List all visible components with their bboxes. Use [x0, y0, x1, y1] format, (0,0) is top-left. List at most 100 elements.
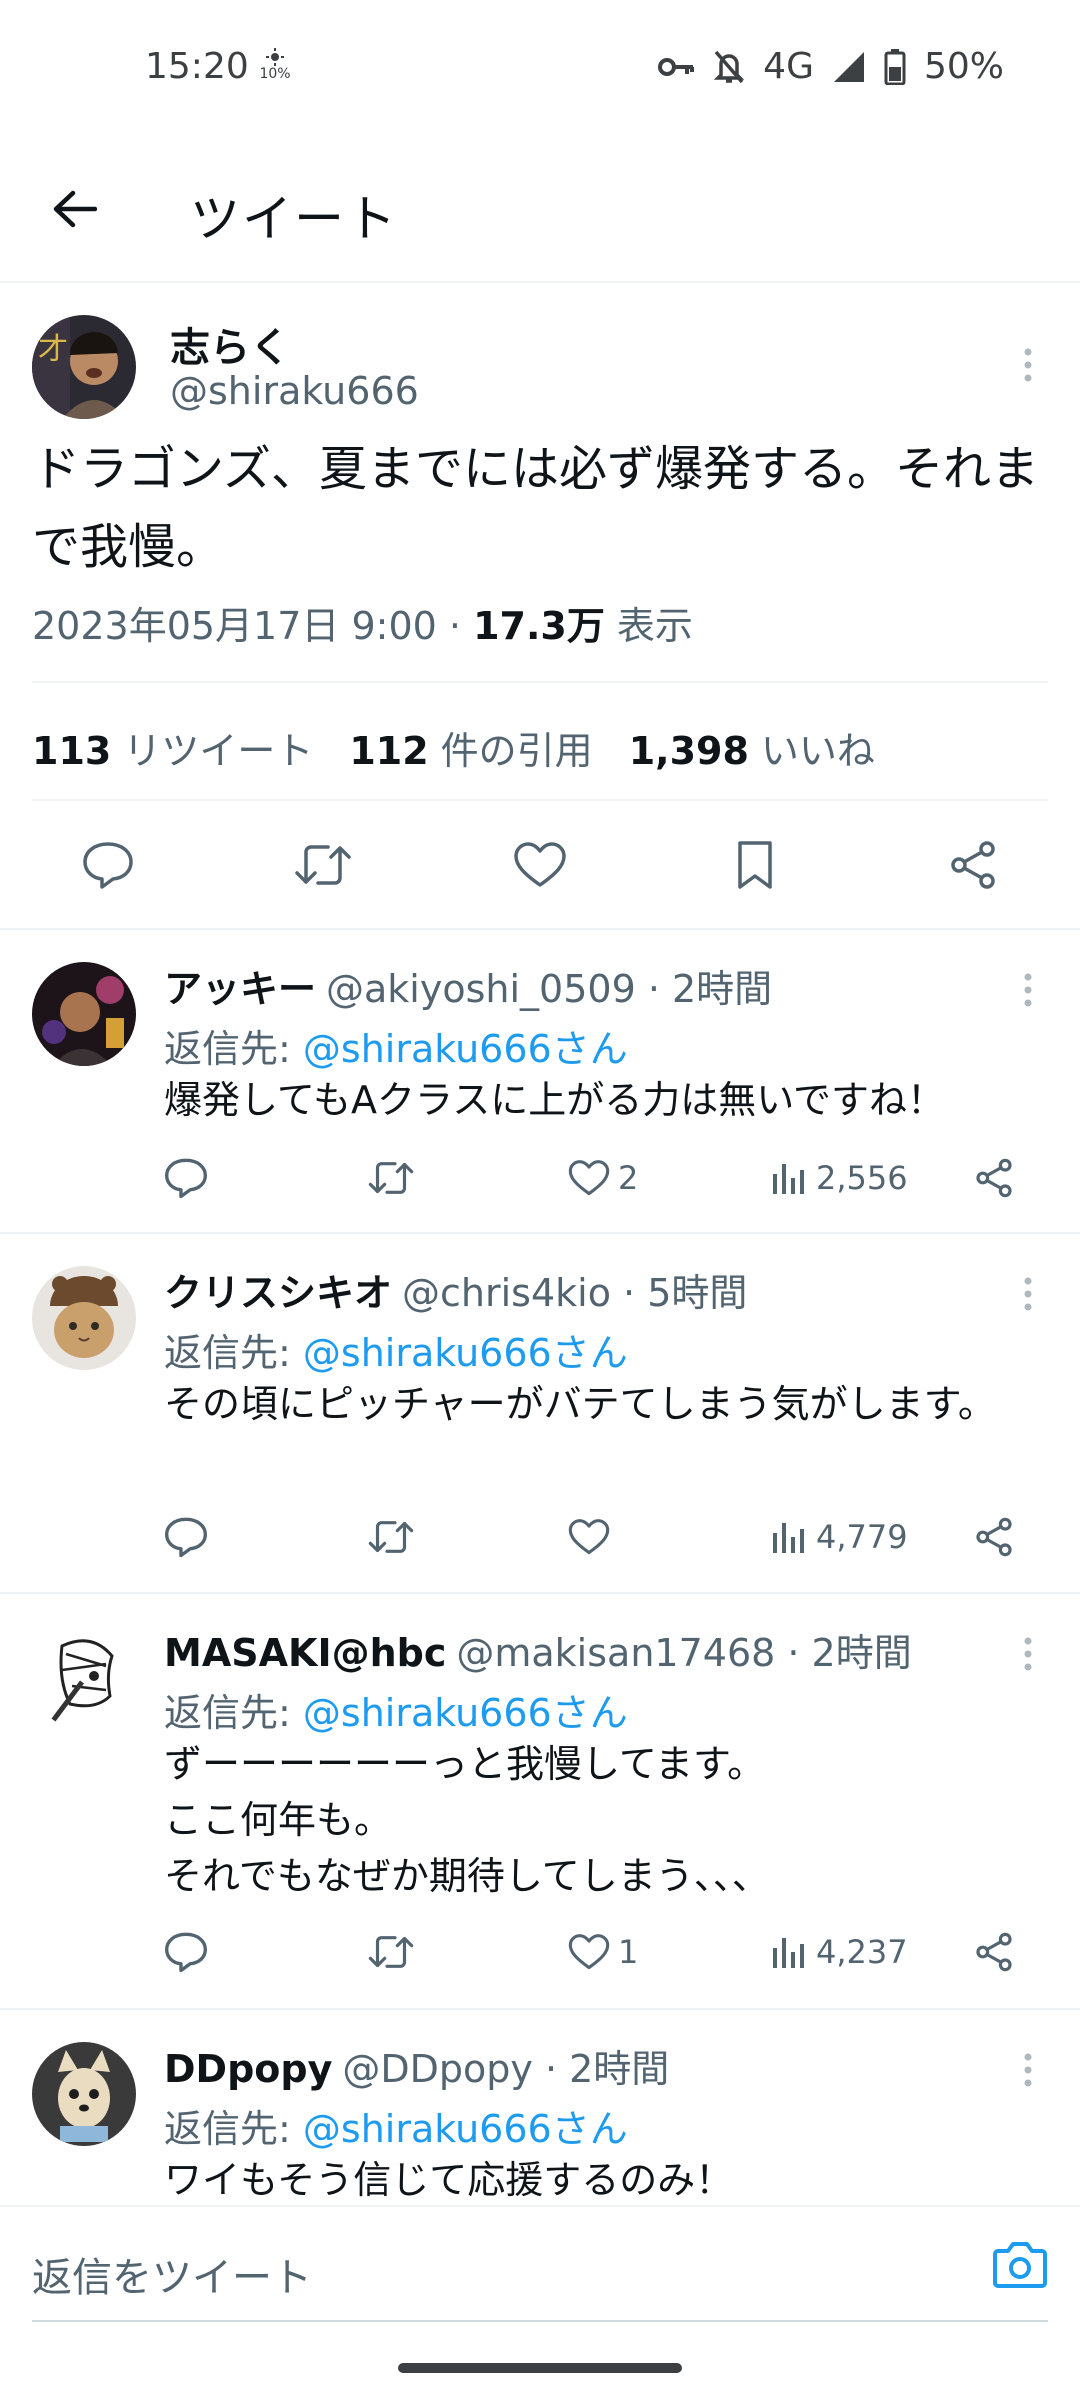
share-icon	[976, 1932, 1012, 1972]
like-button[interactable]	[568, 1507, 618, 1567]
reply-action-bar: 2 2,556	[164, 1148, 1044, 1208]
mention-link[interactable]: @shiraku666さん	[303, 1691, 628, 1735]
like-button[interactable]: 1	[568, 1922, 638, 1982]
more-options-button[interactable]	[1008, 960, 1048, 1020]
share-button[interactable]	[943, 835, 1003, 895]
like-count: 2	[618, 1159, 639, 1197]
like-icon	[514, 842, 566, 887]
more-vertical-icon	[1024, 348, 1032, 382]
mention-link[interactable]: @shiraku666さん	[303, 1027, 628, 1071]
author-name[interactable]: アッキー	[164, 967, 316, 1011]
share-button[interactable]	[974, 1922, 1014, 1982]
avatar[interactable]	[32, 1626, 136, 1730]
avatar[interactable]	[32, 1266, 136, 1370]
more-options-button[interactable]	[1008, 1624, 1048, 1684]
reply-input[interactable]: 返信をツイート	[32, 2207, 1048, 2322]
brightness-indicator: 10%	[258, 48, 292, 82]
bookmark-button[interactable]	[725, 835, 785, 895]
author-name[interactable]: MASAKI@hbc	[164, 1631, 446, 1675]
retweet-button[interactable]	[293, 835, 353, 895]
replying-to: 返信先: @shiraku666さん	[164, 1691, 628, 1735]
author-handle[interactable]: @DDpopy	[342, 2047, 533, 2091]
profile-photo	[32, 1626, 136, 1730]
retweet-button[interactable]	[368, 1148, 414, 1208]
reply-time: · 5時間	[610, 1271, 748, 1315]
network-type: 4G	[763, 46, 814, 87]
brightness-label: 10%	[259, 66, 291, 82]
reply-text: その頃にピッチャーがバテてしまう気がします。	[164, 1382, 996, 1426]
share-button[interactable]	[974, 1148, 1014, 1208]
share-icon	[951, 841, 995, 889]
author-name[interactable]: DDpopy	[164, 2047, 332, 2091]
retweet-button[interactable]	[368, 1922, 414, 1982]
share-button[interactable]	[974, 1507, 1014, 1567]
avatar[interactable]	[32, 962, 136, 1066]
author-handle[interactable]: @akiyoshi_0509	[326, 967, 636, 1011]
author-name[interactable]: 志らく	[170, 315, 290, 373]
reply-header: クリスシキオ @chris4kio · 5時間	[164, 1262, 747, 1317]
retweets-stat[interactable]: 113 リツイート	[32, 720, 313, 775]
reply-time: · 2時間	[775, 1631, 912, 1675]
profile-photo	[32, 2042, 136, 2146]
reply-time: · 2時間	[635, 967, 773, 1011]
top-app-bar: ツイート	[0, 135, 1080, 283]
author-handle[interactable]: @makisan17468	[456, 1631, 775, 1675]
status-icons: 4G 50%	[657, 46, 1004, 87]
camera-button[interactable]	[992, 2239, 1048, 2291]
author-handle[interactable]: @chris4kio	[402, 1271, 611, 1315]
more-options-button[interactable]	[1008, 335, 1048, 395]
like-count: 1	[618, 1933, 639, 1971]
more-vertical-icon	[1024, 1277, 1032, 1311]
more-vertical-icon	[1024, 973, 1032, 1007]
retweet-button[interactable]	[368, 1507, 414, 1567]
bell-off-icon	[713, 50, 745, 83]
profile-photo	[32, 1266, 136, 1370]
divider	[32, 799, 1048, 801]
share-icon	[976, 1517, 1012, 1557]
mention-link[interactable]: @shiraku666さん	[303, 2107, 628, 2151]
status-time: 15:20	[145, 46, 249, 87]
author-handle[interactable]: @shiraku666	[170, 369, 419, 413]
bookmark-icon	[738, 841, 772, 889]
reply-action-bar: 1 4,237	[164, 1922, 1044, 1982]
reply-header: MASAKI@hbc @makisan17468 · 2時間	[164, 1622, 912, 1677]
avatar[interactable]: 才	[32, 315, 136, 419]
reply-icon	[165, 1158, 207, 1199]
page-title: ツイート	[190, 190, 398, 248]
views-button[interactable]: 4,237	[772, 1922, 908, 1982]
reply-button[interactable]	[78, 835, 138, 895]
gesture-nav-bar[interactable]	[398, 2363, 682, 2373]
reply-action-bar: 4,779	[164, 1507, 1044, 1567]
like-icon	[568, 1934, 610, 1970]
views-button[interactable]: 2,556	[772, 1148, 908, 1208]
analytics-icon	[773, 1164, 804, 1194]
analytics-icon	[773, 1938, 804, 1968]
reply-button[interactable]	[164, 1507, 208, 1567]
reply-icon	[83, 842, 133, 889]
like-button[interactable]: 2	[568, 1148, 638, 1208]
more-options-button[interactable]	[1008, 2040, 1048, 2100]
reply-tweet[interactable]: クリスシキオ @chris4kio · 5時間 返信先: @shiraku666さ…	[0, 1234, 1080, 1594]
likes-stat[interactable]: 1,398 いいね	[629, 720, 875, 775]
profile-photo: 才	[32, 315, 136, 419]
avatar[interactable]	[32, 2042, 136, 2146]
views-button[interactable]: 4,779	[772, 1507, 908, 1567]
mention-link[interactable]: @shiraku666さん	[303, 1331, 628, 1375]
reply-button[interactable]	[164, 1148, 208, 1208]
like-button[interactable]	[510, 835, 570, 895]
retweet-icon	[368, 1936, 414, 1968]
reply-header: アッキー @akiyoshi_0509 · 2時間	[164, 958, 772, 1013]
engagement-stats: 113 リツイート 112 件の引用 1,398 いいね	[32, 720, 875, 775]
more-options-button[interactable]	[1008, 1264, 1048, 1324]
quotes-stat[interactable]: 112 件の引用	[349, 720, 592, 775]
back-button[interactable]	[42, 177, 106, 241]
reply-button[interactable]	[164, 1922, 208, 1982]
reply-tweet[interactable]: DDpopy @DDpopy · 2時間 返信先: @shiraku666さん ワ…	[0, 2010, 1080, 2210]
replying-to: 返信先: @shiraku666さん	[164, 2107, 628, 2151]
status-bar: 15:20 10% 4G 50%	[0, 0, 1080, 135]
reply-input-placeholder: 返信をツイート	[32, 2255, 312, 2301]
reply-text: ずーーーーーーっと我慢してます。 ここ何年も。 それでもなぜか期待してしまう、、…	[164, 1742, 770, 1898]
reply-tweet[interactable]: アッキー @akiyoshi_0509 · 2時間 返信先: @shiraku66…	[0, 930, 1080, 1234]
author-name[interactable]: クリスシキオ	[164, 1271, 392, 1315]
reply-tweet[interactable]: MASAKI@hbc @makisan17468 · 2時間 返信先: @shir…	[0, 1594, 1080, 2010]
